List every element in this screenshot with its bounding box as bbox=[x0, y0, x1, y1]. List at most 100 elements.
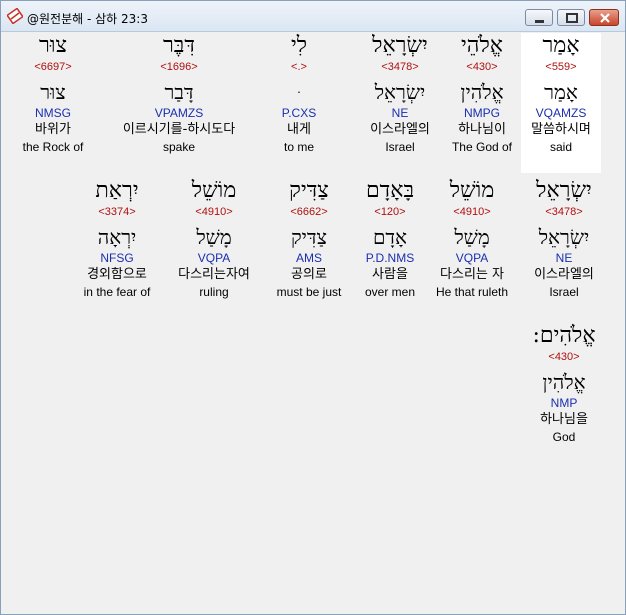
korean-gloss: 경외함으로 bbox=[87, 267, 147, 282]
strong-number: <120> bbox=[374, 206, 406, 218]
korean-gloss: 이르시기를-하시도다 bbox=[122, 122, 236, 137]
close-button[interactable] bbox=[589, 9, 619, 26]
korean-gloss: 하나님을 bbox=[540, 412, 588, 427]
strong-number: <430> bbox=[466, 61, 498, 73]
word-cell[interactable]: דִּבֶּר <1696> דָּבַר VPAMZS 이르시기를-하시도다 … bbox=[104, 33, 254, 155]
strong-number: <4910> bbox=[453, 206, 491, 218]
english-gloss: over men bbox=[364, 285, 416, 299]
english-gloss: spake bbox=[162, 140, 196, 154]
english-gloss: He that ruleth bbox=[435, 285, 509, 299]
minimize-icon bbox=[535, 20, 544, 23]
hebrew-lemma: יִרְאָה bbox=[97, 225, 137, 249]
strong-number: <3478> bbox=[381, 61, 419, 73]
korean-gloss: 이스라엘의 bbox=[534, 267, 594, 282]
word-cell[interactable]: מוֹשֵׁל <4910> מָשַׁל VQPA 다스리는 자 He tha… bbox=[427, 178, 517, 300]
hebrew-word: דִּבֶּר bbox=[163, 33, 195, 58]
word-cell[interactable]: אָמַר <559> אָמַר VQAMZS 말씀하시며 said bbox=[521, 33, 601, 173]
hebrew-word: בָּאָדָם bbox=[365, 178, 415, 203]
strong-number: <559> bbox=[545, 61, 577, 73]
app-window: @원전분해 - 삼하 23:3 אָמַר <559> אָמַר VQAMZS… bbox=[0, 0, 626, 615]
hebrew-word: צוּר bbox=[39, 33, 67, 58]
morph-code: NMP bbox=[550, 396, 578, 410]
hebrew-word: אָמַר bbox=[542, 33, 580, 58]
strong-number: <3374> bbox=[98, 206, 136, 218]
word-cell[interactable]: אֱלֹהִים: <430> אֱלֹהִין NMP 하나님을 God bbox=[524, 323, 604, 445]
korean-gloss: 내게 bbox=[287, 122, 311, 137]
hebrew-word: צַדִּיק bbox=[289, 178, 329, 203]
english-gloss: the Rock of bbox=[22, 140, 84, 154]
morph-code: AMS bbox=[295, 251, 322, 265]
hebrew-word: אֱלֹהִים: bbox=[532, 323, 596, 348]
hebrew-lemma: אֱלֹהִין bbox=[542, 370, 586, 394]
hebrew-word: יִשְׂרָאֵל bbox=[372, 33, 428, 58]
word-cell[interactable]: צוּר <6697> צוּר NMSG 바위가 the Rock of bbox=[13, 33, 93, 155]
english-gloss: ruling bbox=[199, 285, 229, 299]
morph-code: VPAMZS bbox=[154, 106, 204, 120]
title-bar[interactable]: @원전분해 - 삼하 23:3 bbox=[1, 1, 625, 32]
close-icon bbox=[600, 13, 610, 23]
strong-number: <6697> bbox=[34, 61, 72, 73]
hebrew-word: מוֹשֵׁל bbox=[191, 178, 237, 203]
korean-gloss: 말씀하시며 bbox=[531, 122, 591, 137]
english-gloss: must be just bbox=[276, 285, 342, 299]
interlinear-panel: אָמַר <559> אָמַר VQAMZS 말씀하시며 said אֱלֹ… bbox=[9, 33, 619, 607]
morph-code: VQPA bbox=[197, 251, 231, 265]
hebrew-lemma: ּ bbox=[259, 75, 339, 105]
english-gloss: God bbox=[552, 430, 576, 444]
korean-gloss: 이스라엘의 bbox=[370, 122, 430, 137]
hebrew-lemma: אָדָם bbox=[372, 225, 408, 249]
hebrew-lemma: אֱלֹהִין bbox=[460, 80, 504, 104]
english-gloss: to me bbox=[283, 140, 314, 154]
hebrew-lemma: אָמַר bbox=[544, 80, 578, 104]
hebrew-word: אֱלֹהֵי bbox=[461, 33, 503, 58]
word-cell[interactable]: בָּאָדָם <120> אָדָם P.D.NMS 사람을 over me… bbox=[350, 178, 430, 300]
word-cell[interactable]: יִשְׂרָאֵל <3478> יִשְׂרָאֵל NE 이스라엘의 Is… bbox=[524, 178, 604, 300]
maximize-button[interactable] bbox=[557, 9, 585, 26]
hebrew-lemma: דָּבַר bbox=[164, 80, 194, 104]
morph-code: NE bbox=[555, 251, 573, 265]
morph-code: VQAMZS bbox=[535, 106, 587, 120]
word-cell[interactable]: יִשְׂרָאֵל <3478> יִשְׂרָאֵל NE 이스라엘의 Is… bbox=[360, 33, 440, 155]
window-title: @원전분해 - 삼하 23:3 bbox=[27, 12, 148, 26]
english-gloss: Israel bbox=[385, 140, 415, 154]
korean-gloss: 다스리는자여 bbox=[178, 267, 250, 282]
strong-number: <6662> bbox=[290, 206, 328, 218]
hebrew-lemma: יִשְׂרָאֵל bbox=[374, 80, 426, 104]
strong-number: <430> bbox=[548, 351, 580, 363]
hebrew-word: לִי bbox=[290, 33, 308, 58]
strong-number: <1696> bbox=[160, 61, 198, 73]
hebrew-word: יִרְאַת bbox=[95, 178, 139, 203]
strong-number: <3478> bbox=[545, 206, 583, 218]
morph-code: NMPG bbox=[464, 106, 500, 120]
korean-gloss: 사람을 bbox=[372, 267, 408, 282]
maximize-icon bbox=[566, 13, 578, 23]
word-cell[interactable]: צַדִּיק <6662> צַדִּיק AMS 공의로 must be j… bbox=[269, 178, 349, 300]
word-cell[interactable]: לִי <.> ּ P.CXS 내게 to me bbox=[259, 33, 339, 155]
word-cell[interactable]: אֱלֹהֵי <430> אֱלֹהִין NMPG 하나님이 The God… bbox=[442, 33, 522, 155]
strong-number: <4910> bbox=[195, 206, 233, 218]
hebrew-lemma: צַדִּיק bbox=[290, 225, 328, 249]
minimize-button[interactable] bbox=[525, 9, 553, 26]
morph-code: NFSG bbox=[100, 251, 134, 265]
english-gloss: Israel bbox=[549, 285, 579, 299]
hebrew-lemma: מָשַׁל bbox=[454, 225, 490, 249]
english-gloss: said bbox=[549, 140, 572, 154]
morph-code: P.CXS bbox=[281, 106, 317, 120]
word-cell[interactable]: יִרְאַת <3374> יִרְאָה NFSG 경외함으로 in the… bbox=[77, 178, 157, 300]
morph-code: VQPA bbox=[455, 251, 489, 265]
english-gloss: The God of bbox=[451, 140, 513, 154]
hebrew-lemma: צוּר bbox=[40, 80, 66, 104]
morph-code: P.D.NMS bbox=[365, 251, 415, 265]
word-cell[interactable]: מוֹשֵׁל <4910> מָשַׁל VQPA 다스리는자여 ruling bbox=[164, 178, 264, 300]
morph-code: NMSG bbox=[35, 106, 71, 120]
app-icon bbox=[6, 7, 24, 25]
korean-gloss: 바위가 bbox=[35, 122, 71, 137]
hebrew-word: יִשְׂרָאֵל bbox=[536, 178, 592, 203]
hebrew-lemma: מָשַׁל bbox=[196, 225, 232, 249]
english-gloss: in the fear of bbox=[83, 285, 151, 299]
korean-gloss: 다스리는 자 bbox=[440, 267, 504, 282]
hebrew-word: מוֹשֵׁל bbox=[449, 178, 495, 203]
morph-code: NE bbox=[391, 106, 409, 120]
strong-number: <.> bbox=[291, 61, 307, 73]
korean-gloss: 공의로 bbox=[291, 267, 327, 282]
